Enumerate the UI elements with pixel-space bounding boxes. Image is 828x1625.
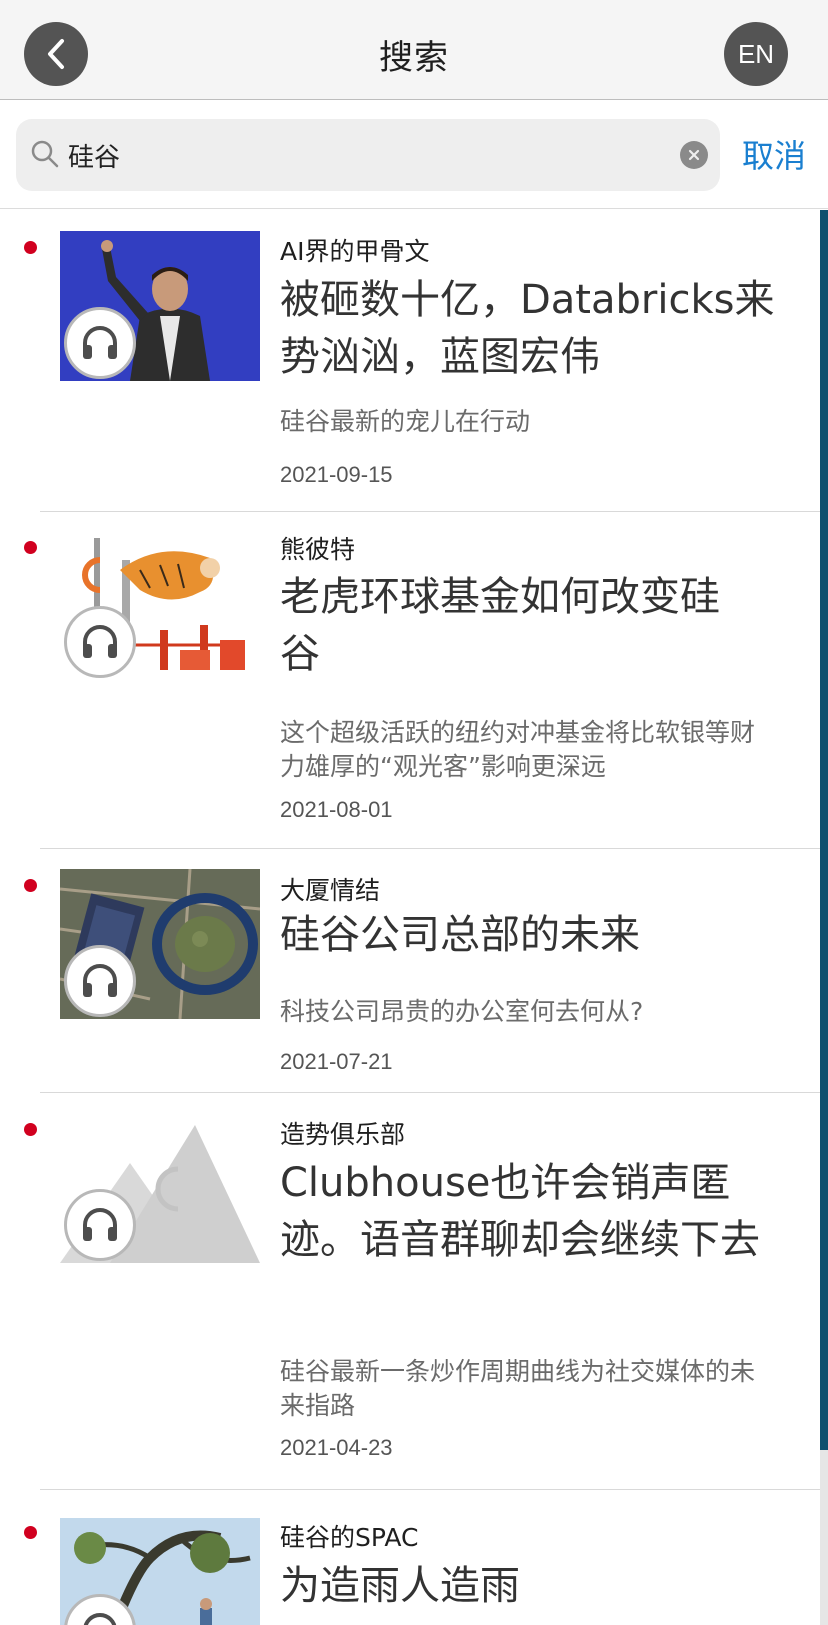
article-headline[interactable]: 老虎环球基金如何改变硅谷	[280, 569, 720, 683]
article-headline[interactable]: 硅谷公司总部的未来	[280, 907, 780, 964]
article-thumbnail	[60, 869, 260, 1019]
headphones-icon	[83, 1613, 117, 1625]
search-box[interactable]	[16, 119, 720, 191]
audio-badge[interactable]	[64, 606, 136, 678]
headphones-icon	[83, 964, 117, 997]
language-toggle-button[interactable]: EN	[724, 22, 788, 86]
search-icon	[31, 140, 59, 168]
audio-badge[interactable]	[64, 1189, 136, 1261]
headphones-icon	[83, 625, 117, 658]
article-thumbnail	[60, 1518, 260, 1625]
audio-badge[interactable]	[64, 945, 136, 1017]
scrollbar-thumb[interactable]	[820, 210, 828, 1450]
article-category: 硅谷的SPAC	[280, 1523, 419, 1552]
unread-indicator	[24, 1526, 37, 1539]
audio-badge[interactable]	[64, 307, 136, 379]
article-subtitle: 硅谷最新的宠儿在行动	[280, 407, 531, 436]
list-item[interactable]: AI界的甲骨文 被砸数十亿，Databricks来势汹汹，蓝图宏伟 硅谷最新的宠…	[0, 210, 820, 512]
article-thumbnail-placeholder	[60, 1113, 260, 1263]
article-date: 2021-08-01	[280, 797, 393, 822]
article-category: AI界的甲骨文	[280, 237, 430, 266]
cancel-button[interactable]: 取消	[742, 131, 806, 177]
article-category: 熊彼特	[280, 535, 356, 564]
search-bar: 取消	[0, 101, 828, 209]
article-category: 造势俱乐部	[280, 1120, 406, 1149]
unread-indicator	[24, 541, 37, 554]
article-date: 2021-07-21	[280, 1049, 393, 1074]
article-date: 2021-09-15	[280, 462, 393, 487]
unread-indicator	[24, 1123, 37, 1136]
search-input[interactable]	[68, 133, 628, 177]
article-subtitle: 科技公司昂贵的办公室何去何从?	[280, 997, 644, 1026]
list-item[interactable]: 硅谷的SPAC 为造雨人造雨	[0, 1490, 820, 1625]
article-subtitle: 这个超级活跃的纽约对冲基金将比软银等财力雄厚的“观光客”影响更深远	[280, 718, 756, 781]
list-item[interactable]: 大厦情结 硅谷公司总部的未来 科技公司昂贵的办公室何去何从? 2021-07-2…	[0, 849, 820, 1093]
article-headline[interactable]: Clubhouse也许会销声匿迹。语音群聊却会继续下去	[280, 1155, 780, 1269]
top-bar: 搜索 EN	[0, 0, 828, 100]
article-subtitle: 硅谷最新一条炒作周期曲线为社交媒体的未来指路	[280, 1357, 756, 1420]
list-item[interactable]: 造势俱乐部 Clubhouse也许会销声匿迹。语音群聊却会继续下去 硅谷最新一条…	[0, 1093, 820, 1490]
article-thumbnail	[60, 530, 260, 680]
unread-indicator	[24, 879, 37, 892]
headphones-icon	[83, 326, 117, 359]
unread-indicator	[24, 241, 37, 254]
page-title: 搜索	[379, 38, 449, 78]
article-headline[interactable]: 为造雨人造雨	[280, 1558, 780, 1615]
clear-search-button[interactable]	[680, 141, 708, 169]
article-date: 2021-04-23	[280, 1435, 393, 1460]
article-thumbnail	[60, 231, 260, 381]
list-item[interactable]: 熊彼特 老虎环球基金如何改变硅谷 这个超级活跃的纽约对冲基金将比软银等财力雄厚的…	[0, 512, 820, 849]
article-category: 大厦情结	[280, 876, 381, 905]
headphones-icon	[83, 1208, 117, 1241]
article-headline[interactable]: 被砸数十亿，Databricks来势汹汹，蓝图宏伟	[280, 272, 780, 386]
clear-icon	[688, 149, 700, 161]
